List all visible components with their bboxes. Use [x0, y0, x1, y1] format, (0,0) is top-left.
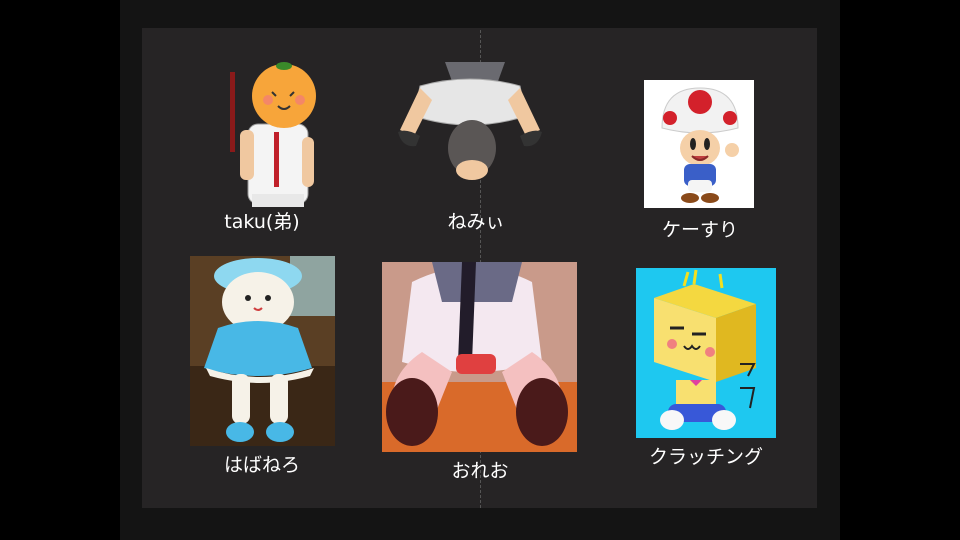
orange-head-boy-icon	[222, 62, 322, 207]
person-name-label: クラッチング	[648, 446, 764, 468]
person-name-label: はばねろ	[223, 454, 301, 476]
yellow-box-character-icon	[636, 268, 776, 438]
person-name-label: おれお	[451, 460, 509, 482]
person-name-label: ねみぃ	[447, 211, 505, 233]
person-name-label: ケーすり	[661, 219, 739, 241]
socks-photo-icon	[382, 262, 577, 452]
mushroom-character-icon	[644, 80, 754, 208]
crochet-doll-icon	[190, 256, 335, 446]
bowing-person-icon	[390, 58, 550, 188]
person-name-label: taku(弟)	[224, 211, 300, 233]
